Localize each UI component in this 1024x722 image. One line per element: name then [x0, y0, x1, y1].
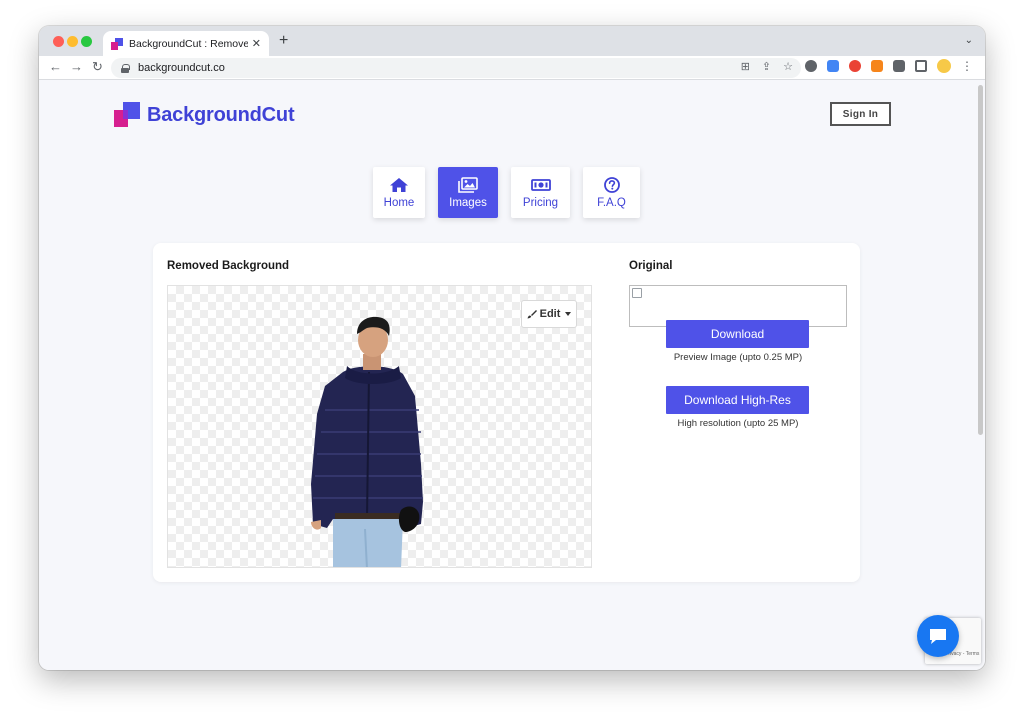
- tab-title: BackgroundCut : Remove Back: [129, 37, 248, 50]
- nav-label: F.A.Q: [597, 196, 626, 209]
- red-extension-icon[interactable]: [849, 60, 861, 72]
- page-viewport: BackgroundCut Sign In Home Images Pricin…: [39, 81, 985, 670]
- nav-home[interactable]: Home: [373, 167, 425, 218]
- recycle-extension-icon[interactable]: [805, 60, 817, 72]
- brand-logo[interactable]: BackgroundCut: [114, 102, 295, 128]
- removed-background-heading: Removed Background: [167, 260, 290, 272]
- reload-icon[interactable]: ↻: [92, 59, 103, 75]
- removed-background-preview: Edit: [167, 285, 592, 568]
- images-icon: [458, 176, 478, 193]
- lock-icon: [121, 63, 130, 73]
- chat-button[interactable]: [917, 615, 959, 657]
- person-cutout-image: [311, 316, 423, 567]
- nav-label: Pricing: [522, 196, 559, 209]
- puzzle-piece-icon[interactable]: [893, 60, 905, 72]
- nav-images[interactable]: Images: [438, 167, 498, 218]
- logo-mark-icon: [114, 102, 140, 128]
- tab-close-icon[interactable]: ✕: [252, 37, 261, 50]
- translate-extension-icon[interactable]: [827, 60, 839, 72]
- result-panel: Removed Background Edit Original Downloa…: [153, 243, 860, 582]
- nav-faq[interactable]: F.A.Q: [583, 167, 640, 218]
- broken-image-icon: [632, 288, 642, 298]
- edit-dropdown-button[interactable]: Edit: [521, 300, 577, 328]
- download-high-res-note: High resolution (upto 25 MP): [677, 418, 799, 429]
- minimize-window-button[interactable]: [67, 36, 78, 47]
- question-circle-icon: [603, 176, 620, 193]
- browser-tab[interactable]: BackgroundCut : Remove Back ✕: [103, 31, 269, 56]
- brush-icon: [527, 310, 537, 319]
- forward-arrow-icon[interactable]: →: [70, 59, 83, 74]
- translate-icon[interactable]: ⊞: [741, 60, 750, 73]
- kebab-menu-icon[interactable]: ⋮: [961, 59, 973, 73]
- side-panel-icon[interactable]: [915, 60, 927, 72]
- download-button[interactable]: Download: [666, 320, 809, 348]
- favicon-icon: [111, 37, 123, 50]
- bookmark-star-icon[interactable]: ☆: [783, 60, 793, 73]
- download-high-res-button[interactable]: Download High-Res: [666, 386, 809, 414]
- sign-in-button[interactable]: Sign In: [830, 102, 891, 126]
- scrollbar[interactable]: [978, 85, 983, 435]
- download-note: Preview Image (upto 0.25 MP): [673, 352, 803, 363]
- nav-label: Images: [449, 196, 487, 209]
- browser-toolbar: ← → ↻ backgroundcut.co ⊞ ⇪ ☆ ⋮: [39, 56, 985, 80]
- home-icon: [390, 177, 408, 192]
- money-bill-icon: [530, 178, 551, 191]
- nav-pricing[interactable]: Pricing: [511, 167, 570, 218]
- nav-label: Home: [383, 196, 415, 209]
- chat-bubble-icon: [930, 629, 946, 644]
- original-heading: Original: [629, 260, 673, 272]
- tab-search-chevron-icon[interactable]: ⌄: [965, 35, 973, 46]
- close-window-button[interactable]: [53, 36, 64, 47]
- zoom-window-button[interactable]: [81, 36, 92, 47]
- share-icon[interactable]: ⇪: [762, 60, 771, 73]
- extensions-area: ⋮: [805, 59, 973, 73]
- edit-label: Edit: [539, 308, 561, 320]
- browser-window: BackgroundCut : Remove Back ✕ + ⌄ ← → ↻ …: [39, 26, 985, 670]
- caret-down-icon: [565, 312, 572, 316]
- new-tab-icon[interactable]: +: [279, 32, 288, 50]
- address-bar[interactable]: backgroundcut.co ⊞ ⇪ ☆: [111, 58, 801, 78]
- tab-strip: BackgroundCut : Remove Back ✕ + ⌄: [39, 26, 985, 56]
- metamask-fox-icon[interactable]: [871, 60, 883, 72]
- back-arrow-icon[interactable]: ←: [49, 59, 62, 74]
- url-text: backgroundcut.co: [138, 62, 225, 74]
- profile-avatar[interactable]: [937, 59, 951, 73]
- main-nav: Home Images Pricing F.A.Q: [373, 167, 640, 218]
- brand-name: BackgroundCut: [147, 103, 295, 126]
